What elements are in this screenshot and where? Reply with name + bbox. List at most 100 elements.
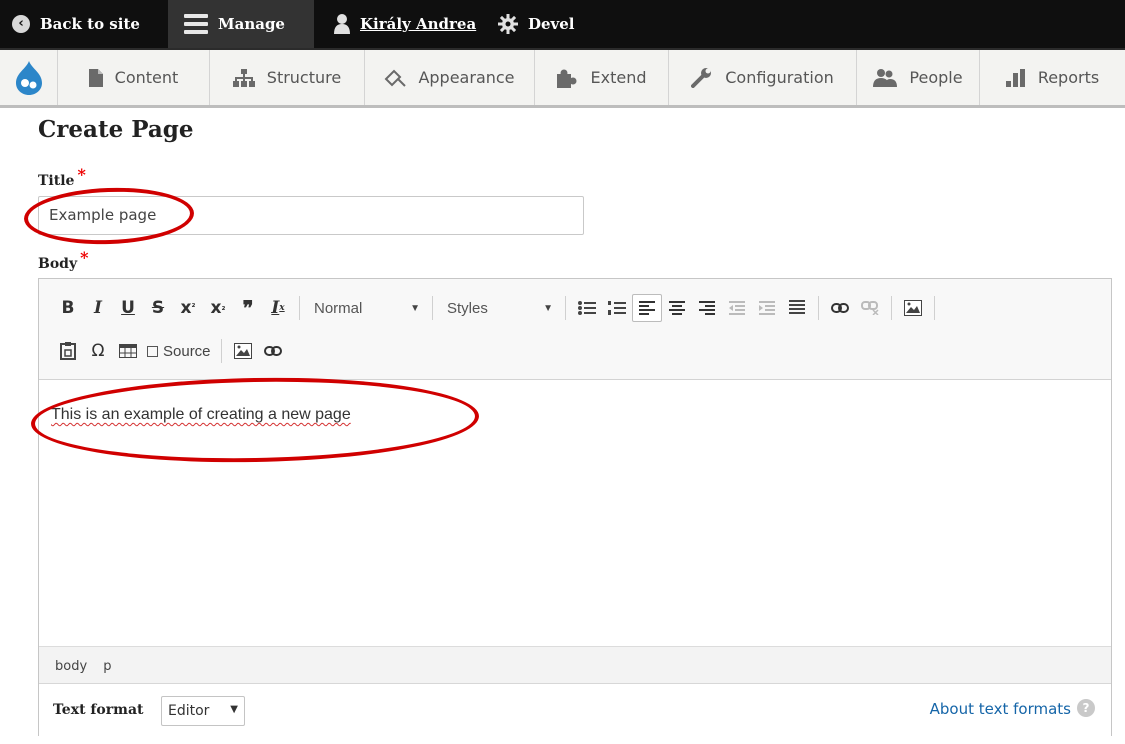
help-icon[interactable]: ? [1077, 699, 1095, 717]
styles-combo-value: Styles [447, 299, 488, 317]
wrench-icon [691, 67, 713, 88]
chevron-down-icon: ▼ [410, 302, 420, 314]
path-item-body[interactable]: body [55, 659, 87, 674]
image-icon[interactable] [898, 294, 928, 322]
about-text-formats-link[interactable]: About text formats [930, 700, 1071, 718]
tray-item-configuration[interactable]: Configuration [669, 50, 857, 105]
unlink-icon[interactable] [855, 294, 885, 322]
align-right-icon[interactable] [692, 294, 722, 322]
user-icon [334, 14, 350, 34]
tray-item-label: Structure [266, 68, 342, 87]
toolbar-separator [299, 296, 300, 320]
toolbar-separator [818, 296, 819, 320]
body-label: Body * [38, 248, 88, 272]
back-arrow-icon: ‹ [12, 15, 30, 33]
tray-item-people[interactable]: People [857, 50, 980, 105]
image-icon[interactable] [228, 337, 258, 365]
tray-item-label: Reports [1037, 68, 1100, 87]
editor-toolbar: B I U S x² x₂ ❞ Ix Normal ▼ Styles ▼ Ω S… [39, 279, 1111, 380]
sitemap-icon [232, 68, 255, 87]
strikethrough-button[interactable]: S [143, 294, 173, 322]
bulleted-list-icon[interactable] [572, 294, 602, 322]
manage-tab[interactable]: Manage [168, 0, 314, 48]
text-format-wrapper: Text format Editor ▼ About text formats … [39, 684, 1111, 736]
puzzle-icon [556, 68, 579, 88]
tray-item-label: People [909, 68, 963, 87]
hamburger-icon [184, 14, 208, 34]
bold-button[interactable]: B [53, 294, 83, 322]
numbered-list-icon[interactable] [602, 294, 632, 322]
blockquote-button[interactable]: ❞ [233, 294, 263, 322]
bar-chart-icon [1005, 68, 1026, 87]
devel-tab[interactable]: Devel [490, 0, 587, 48]
drupal-logo[interactable] [0, 50, 58, 105]
title-label: Title * [38, 165, 86, 189]
special-character-icon[interactable]: Ω [83, 337, 113, 365]
chevron-down-icon: ▼ [543, 302, 553, 314]
text-format-label: Text format [53, 702, 144, 718]
styles-combo[interactable]: Styles ▼ [439, 294, 559, 322]
toolbar-separator [891, 296, 892, 320]
source-button[interactable]: Source [143, 337, 215, 365]
link-icon[interactable] [258, 337, 288, 365]
user-menu[interactable]: Király Andrea [314, 0, 490, 48]
text-format-value: Editor [168, 703, 210, 719]
back-to-site-link[interactable]: ‹ Back to site [0, 0, 168, 48]
tray-item-reports[interactable]: Reports [980, 50, 1125, 105]
outdent-icon[interactable] [722, 294, 752, 322]
body-editor: B I U S x² x₂ ❞ Ix Normal ▼ Styles ▼ Ω S… [38, 278, 1112, 736]
page-title: Create Page [38, 116, 194, 143]
align-center-icon[interactable] [662, 294, 692, 322]
body-label-text: Body [38, 256, 78, 272]
editor-content-area[interactable]: This is an example of creating a new pag… [39, 380, 1111, 646]
toolbar-row-1: B I U S x² x₂ ❞ Ix Normal ▼ Styles ▼ [53, 291, 941, 325]
italic-button[interactable]: I [83, 294, 113, 322]
toolbar-row-2: Ω Source [53, 334, 288, 368]
subscript-button[interactable]: x₂ [203, 294, 233, 322]
title-input[interactable]: Example page [38, 196, 584, 235]
gear-icon [498, 14, 518, 34]
remove-format-button[interactable]: Ix [263, 294, 293, 322]
align-left-icon[interactable] [632, 294, 662, 322]
toolbar-separator [432, 296, 433, 320]
document-icon [88, 68, 103, 87]
chevron-down-icon: ▼ [230, 704, 238, 715]
format-combo-value: Normal [314, 299, 363, 317]
tray-item-extend[interactable]: Extend [535, 50, 669, 105]
tray-item-appearance[interactable]: Appearance [365, 50, 535, 105]
devel-label: Devel [528, 15, 575, 33]
toolbar-separator [934, 296, 935, 320]
tray-item-label: Extend [590, 68, 647, 87]
tray-item-label: Appearance [418, 68, 515, 87]
table-icon[interactable] [113, 337, 143, 365]
people-icon [873, 68, 898, 87]
justify-icon[interactable] [782, 294, 812, 322]
format-combo[interactable]: Normal ▼ [306, 294, 426, 322]
text-format-select[interactable]: Editor ▼ [161, 696, 245, 726]
element-path-bar: body p [39, 646, 1111, 684]
admin-toolbar: ‹ Back to site Manage Király Andrea Deve… [0, 0, 1125, 50]
paint-icon [384, 69, 407, 87]
admin-tray: Content Structure Appearance Extend Conf… [0, 50, 1125, 108]
tray-item-label: Configuration [725, 68, 834, 87]
link-icon[interactable] [825, 294, 855, 322]
source-icon [147, 345, 158, 357]
required-mark: * [77, 165, 86, 184]
toolbar-separator [220, 339, 222, 363]
toolbar-separator [565, 296, 566, 320]
back-to-site-label: Back to site [40, 15, 140, 33]
manage-label: Manage [218, 15, 285, 33]
paste-text-icon[interactable] [53, 337, 83, 365]
user-name-label: Király Andrea [360, 15, 477, 33]
indent-icon[interactable] [752, 294, 782, 322]
required-mark: * [80, 248, 89, 267]
source-label: Source [163, 342, 211, 360]
tray-item-content[interactable]: Content [58, 50, 210, 105]
editor-content-text: This is an example of creating a new pag… [51, 406, 351, 423]
tray-item-structure[interactable]: Structure [210, 50, 365, 105]
drupal-drop-icon [15, 60, 42, 95]
underline-button[interactable]: U [113, 294, 143, 322]
path-item-p[interactable]: p [103, 659, 111, 674]
tray-item-label: Content [114, 68, 179, 87]
superscript-button[interactable]: x² [173, 294, 203, 322]
